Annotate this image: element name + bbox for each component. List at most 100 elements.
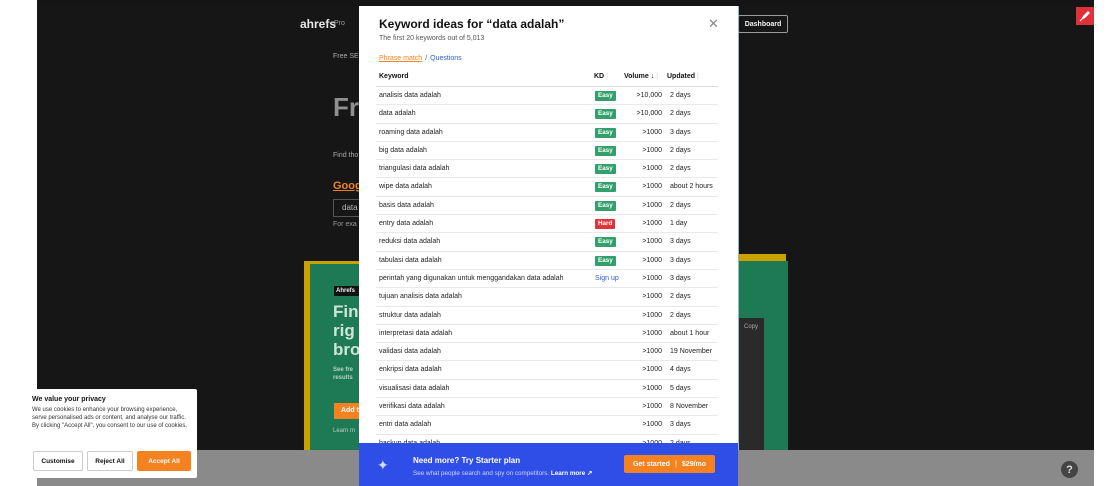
- keyword-tabs: Phrase match / Questions: [379, 55, 462, 62]
- table-row[interactable]: roaming data adalah Easy >1000 3 days: [376, 124, 718, 142]
- promo-text-line: See fre: [333, 367, 354, 373]
- volume-cell: >1000: [642, 201, 662, 209]
- updated-cell: 19 November: [670, 348, 713, 356]
- volume-cell: >1000: [642, 348, 662, 356]
- upgrade-subtitle: See what people search and spy on compet…: [413, 470, 592, 477]
- kd-badge: Easy: [595, 182, 616, 193]
- promo-card-badge: Ahrefs: [334, 286, 361, 296]
- keyword-ideas-modal: Keyword ideas for “data adalah” The firs…: [359, 6, 738, 486]
- table-row[interactable]: enkripsi data adalah >1000 4 days: [376, 361, 718, 380]
- volume-cell: >1000: [642, 183, 662, 191]
- kd-badge: Hard: [595, 219, 616, 230]
- kd-badge: Easy: [595, 200, 616, 211]
- kd-cell: Easy: [595, 145, 616, 156]
- keyword-cell: enkripsi data adalah: [379, 366, 442, 374]
- updated-cell: 2 days: [670, 293, 691, 301]
- dashboard-button[interactable]: Dashboard: [738, 15, 788, 33]
- volume-cell: >1000: [642, 366, 662, 374]
- table-row[interactable]: entry data adalah Hard >1000 1 day: [376, 215, 718, 234]
- kd-cell: Easy: [595, 200, 616, 211]
- close-icon[interactable]: ✕: [708, 16, 719, 32]
- updated-cell: 3 days: [670, 238, 691, 246]
- tab-phrase-match[interactable]: Phrase match: [379, 55, 422, 62]
- sparkle-icon: ✦: [377, 457, 389, 473]
- column-divider-icon: |: [656, 73, 659, 80]
- promo-heading-line: bro: [333, 340, 361, 359]
- updated-cell: 2 days: [670, 311, 691, 319]
- table-row[interactable]: interpretasi data adalah >1000 about 1 hou…: [376, 325, 718, 344]
- updated-cell: about 2 hours: [670, 183, 713, 191]
- table-row[interactable]: visualisasi data adalah >1000 5 days: [376, 380, 718, 399]
- modal-title: Keyword ideas for “data adalah”: [379, 17, 565, 31]
- column-header-volume[interactable]: Volume ↓ |: [624, 73, 658, 80]
- cookie-text: We use cookies to enhance your browsing …: [32, 407, 188, 429]
- accept-all-button[interactable]: Accept All: [137, 451, 191, 471]
- tab-questions[interactable]: Questions: [430, 55, 462, 62]
- right-gutter: [1094, 0, 1106, 486]
- volume-cell: >1000: [642, 165, 662, 173]
- keyword-cell: big data adalah: [379, 146, 427, 154]
- kd-badge: Easy: [595, 91, 616, 101]
- table-row[interactable]: wipe data adalah Easy >1000 about 2 hours: [376, 178, 718, 197]
- rocket-icon[interactable]: [1076, 7, 1094, 25]
- table-body: analisis data adalah Easy >10,000 2 days dat…: [376, 87, 718, 453]
- get-started-button[interactable]: Get started | $29/mo: [624, 455, 715, 473]
- kd-cell: Easy: [595, 127, 616, 138]
- column-header-kd[interactable]: KD |: [594, 73, 608, 80]
- tab-separator: /: [425, 55, 428, 62]
- updated-cell: 4 days: [670, 366, 691, 374]
- column-divider-icon: |: [697, 73, 699, 80]
- table-row[interactable]: struktur data adalah >1000 2 days: [376, 307, 718, 325]
- search-engine-selector[interactable]: Goog: [333, 180, 362, 192]
- keyword-cell: reduksi data adalah: [379, 238, 441, 246]
- get-started-label: Get started: [632, 460, 670, 468]
- kd-cell: Easy: [595, 182, 616, 193]
- kd-cell: Easy: [595, 237, 616, 248]
- table-row[interactable]: basis data adalah Easy >1000 2 days: [376, 197, 718, 216]
- customise-button[interactable]: Customise: [33, 451, 83, 471]
- table-row[interactable]: tabulasi data adalah Easy >1000 3 days: [376, 252, 718, 270]
- keyword-table: Keyword KD | Volume ↓ | Updated | analisis …: [376, 69, 718, 453]
- table-row[interactable]: big data adalah Easy >1000 2 days: [376, 142, 718, 161]
- updated-cell: about 1 hour: [670, 329, 710, 337]
- table-row[interactable]: perintah yang digunakan untuk menggandak…: [376, 270, 718, 289]
- keyword-cell: visualisasi data adalah: [379, 384, 450, 392]
- updated-cell: 2 days: [670, 165, 691, 173]
- kd-cell: Hard: [595, 219, 616, 230]
- search-example-hint: For exa: [333, 221, 357, 228]
- table-row[interactable]: validasi data adalah >1000 19 November: [376, 343, 718, 362]
- table-row[interactable]: tujuan analisis data adalah >1000 2 days: [376, 288, 718, 307]
- reject-all-button[interactable]: Reject All: [87, 451, 133, 471]
- keyword-cell: analisis data adalah: [379, 92, 441, 99]
- volume-cell: >1000: [642, 238, 662, 246]
- table-row[interactable]: triangulasi data adalah Easy >1000 2 days: [376, 160, 718, 179]
- updated-cell: 3 days: [670, 274, 691, 282]
- copy-button[interactable]: Copy: [744, 324, 758, 330]
- table-row[interactable]: analisis data adalah Easy >10,000 2 days: [376, 87, 718, 106]
- volume-cell: >10,000: [636, 110, 663, 118]
- keyword-cell: interpretasi data adalah: [379, 329, 453, 337]
- keyword-cell: roaming data adalah: [379, 128, 443, 136]
- breadcrumb-free: Free SE: [333, 53, 359, 60]
- table-row[interactable]: data adalah Easy >10,000 2 days: [376, 105, 718, 124]
- volume-cell: >1000: [642, 274, 662, 282]
- column-header-updated[interactable]: Updated |: [667, 73, 699, 80]
- table-row[interactable]: entri data adalah >1000 3 days: [376, 416, 718, 435]
- kd-cell: Easy: [595, 164, 616, 175]
- ahrefs-logo[interactable]: ahrefs: [300, 17, 336, 31]
- kd-header-label: KD: [594, 73, 605, 80]
- page-title: Fr: [333, 92, 359, 122]
- kd-badge: Easy: [595, 237, 616, 248]
- learn-more-link[interactable]: Learn more ↗: [551, 470, 592, 477]
- volume-cell: >1000: [642, 403, 662, 411]
- nav-pro-link[interactable]: Pro: [334, 20, 345, 27]
- updated-cell: 3 days: [670, 256, 691, 264]
- column-header-keyword: Keyword: [379, 73, 409, 80]
- kd-badge: Easy: [595, 145, 616, 156]
- table-row[interactable]: verifikasi data adalah >1000 8 November: [376, 398, 718, 417]
- promo-heading-line: Fin: [333, 302, 359, 321]
- sign-up-link[interactable]: Sign up: [595, 275, 619, 282]
- table-row[interactable]: reduksi data adalah Easy >1000 3 days: [376, 233, 718, 252]
- help-button[interactable]: ?: [1061, 461, 1078, 478]
- promo-learn-link[interactable]: Learn m: [333, 428, 355, 434]
